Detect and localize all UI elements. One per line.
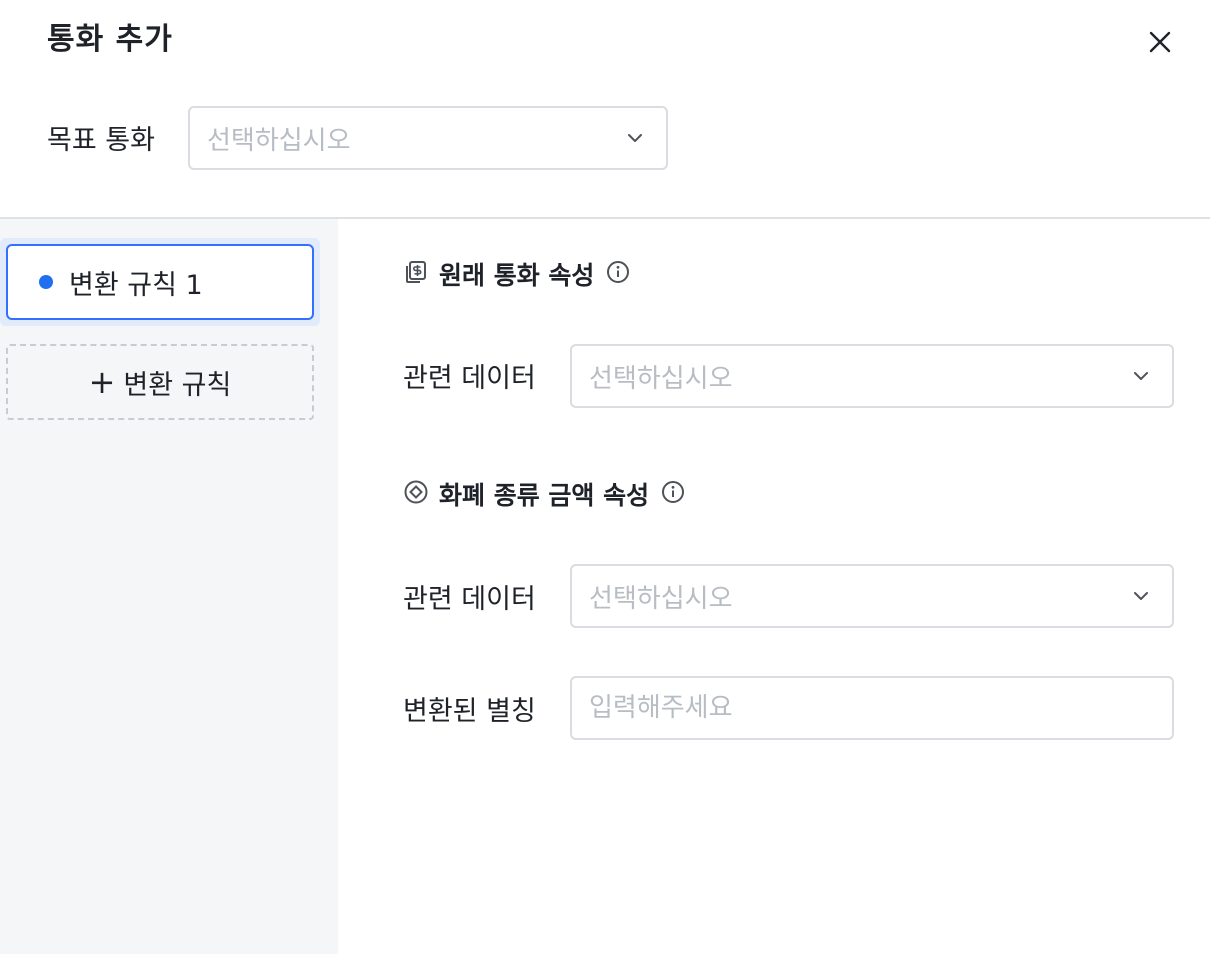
target-currency-label: 목표 통화 [47, 125, 155, 156]
converted-alias-label: 변환된 별칭 [403, 696, 536, 727]
active-dot [39, 275, 53, 289]
original-currency-section-title: 원래 통화 속성 [403, 256, 630, 292]
denomination-section-title: 화폐 종류 금액 속성 [403, 476, 685, 512]
chevron-down-icon [1130, 365, 1152, 387]
add-rule-button[interactable]: + 변환 규칙 [6, 344, 314, 420]
target-currency-placeholder: 선택하십시오 [207, 125, 351, 156]
select-placeholder: 선택하십시오 [589, 583, 733, 614]
currency-icon [403, 259, 429, 289]
rules-sidebar: 변환 규칙 1 + 변환 규칙 [0, 219, 338, 954]
section-title-text: 화폐 종류 금액 속성 [439, 481, 650, 510]
original-related-data-select[interactable]: 선택하십시오 [570, 344, 1174, 408]
denomination-related-data-select[interactable]: 선택하십시오 [570, 564, 1174, 628]
target-icon [403, 479, 429, 509]
converted-alias-input[interactable] [570, 676, 1174, 740]
close-button[interactable] [1140, 22, 1180, 62]
related-data-label: 관련 데이터 [403, 363, 536, 394]
rule-label: 변환 규칙 1 [69, 269, 203, 301]
target-currency-select[interactable]: 선택하십시오 [188, 106, 668, 170]
info-icon[interactable] [606, 260, 630, 288]
related-data-label: 관련 데이터 [403, 584, 536, 615]
close-icon [1149, 31, 1171, 53]
chevron-down-icon [1130, 585, 1152, 607]
dialog-title: 통화 추가 [47, 22, 173, 57]
plus-icon: + [88, 363, 116, 401]
sidebar-item-rule-1[interactable]: 변환 규칙 1 [0, 238, 320, 326]
chevron-down-icon [624, 127, 646, 149]
add-rule-label: 변환 규칙 [123, 369, 232, 401]
select-placeholder: 선택하십시오 [589, 363, 733, 394]
info-icon[interactable] [661, 480, 685, 508]
section-title-text: 원래 통화 속성 [439, 261, 595, 290]
